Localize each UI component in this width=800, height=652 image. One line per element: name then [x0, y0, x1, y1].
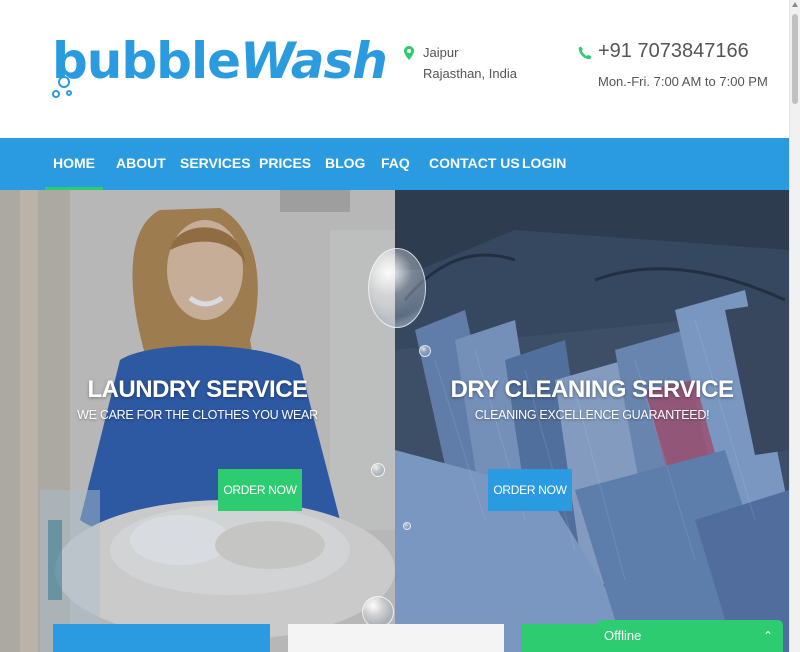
bubble-icon — [371, 463, 385, 477]
logo-bubble-icon — [66, 90, 72, 96]
feature-card-white — [288, 624, 504, 652]
nav-item-blog[interactable]: BLOG — [325, 138, 365, 190]
nav-item-contact-us[interactable]: CONTACT US — [429, 138, 520, 190]
scrollbar-thumb[interactable] — [792, 14, 798, 104]
scroll-up-arrow-icon[interactable] — [792, 2, 798, 7]
page-scrollbar[interactable] — [789, 0, 800, 652]
site-header: bubbleWash Jaipur Rajasthan, India +91 7… — [0, 0, 789, 138]
dry-cleaning-panel: DRY CLEANING SERVICE CLEANING EXCELLENCE… — [395, 190, 789, 652]
hero-subtitle: WE CARE FOR THE CLOTHES YOU WEAR — [77, 408, 318, 422]
location-city: Jaipur — [423, 45, 459, 60]
feature-card-blue — [53, 624, 270, 652]
phone-icon — [578, 46, 592, 60]
phone-number[interactable]: +91 7073847166 — [598, 40, 749, 63]
nav-item-about[interactable]: ABOUT — [116, 138, 166, 190]
business-hours: Mon.-Fri. 7:00 AM to 7:00 PM — [598, 74, 768, 89]
chat-status: Offline — [604, 628, 642, 643]
logo-text: bubbleWash — [52, 32, 388, 90]
hero-slider: LAUNDRY SERVICE WE CARE FOR THE CLOTHES … — [0, 190, 789, 652]
nav-item-prices[interactable]: PRICES — [259, 138, 311, 190]
location-text: Jaipur Rajasthan, India — [423, 42, 517, 84]
bubble-icon — [403, 522, 411, 530]
chat-widget[interactable]: Offline ⌃ — [597, 620, 783, 652]
nav-item-login[interactable]: LOGIN — [522, 138, 566, 190]
bubble-icon — [419, 345, 431, 357]
laundry-service-panel: LAUNDRY SERVICE WE CARE FOR THE CLOTHES … — [0, 190, 395, 652]
nav-item-services[interactable]: SERVICES — [180, 138, 251, 190]
chevron-up-icon[interactable]: ⌃ — [763, 620, 773, 652]
feature-card-green — [521, 624, 599, 652]
large-bubble-icon — [368, 248, 426, 328]
location-region: Rajasthan, India — [423, 66, 517, 81]
map-pin-icon — [404, 46, 414, 60]
bubble-wash-logo[interactable]: bubbleWash — [52, 30, 388, 104]
hero-subtitle: CLEANING EXCELLENCE GUARANTEED! — [474, 408, 710, 422]
order-now-button[interactable]: ORDER NOW — [488, 469, 572, 511]
order-now-button[interactable]: ORDER NOW — [218, 469, 302, 511]
hero-title: DRY CLEANING SERVICE — [450, 376, 734, 403]
hero-title: LAUNDRY SERVICE — [87, 376, 308, 403]
logo-bubble-icon — [58, 76, 70, 88]
logo-bubble-icon — [52, 90, 60, 98]
nav-item-home[interactable]: HOME — [45, 138, 103, 190]
nav-item-faq[interactable]: FAQ — [381, 138, 410, 190]
main-nav: HOME ABOUT SERVICES PRICES BLOG FAQ CONT… — [0, 138, 789, 190]
